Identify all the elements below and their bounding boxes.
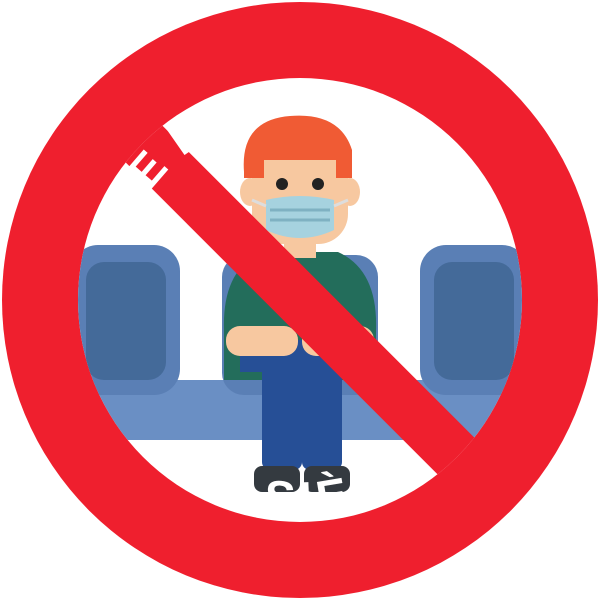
person-left-eye [276,178,288,190]
left-seat-cushion [86,262,166,380]
face-mask-icon [266,196,334,238]
right-seat-cushion [434,262,514,380]
person-right-eye [312,178,324,190]
no-sitting-sign-graphic: NE PAS UTILISER CE SIÈGE [2,2,598,598]
person-left-arm [226,326,298,356]
prohibition-sign: NE PAS UTILISER CE SIÈGE [0,0,600,600]
